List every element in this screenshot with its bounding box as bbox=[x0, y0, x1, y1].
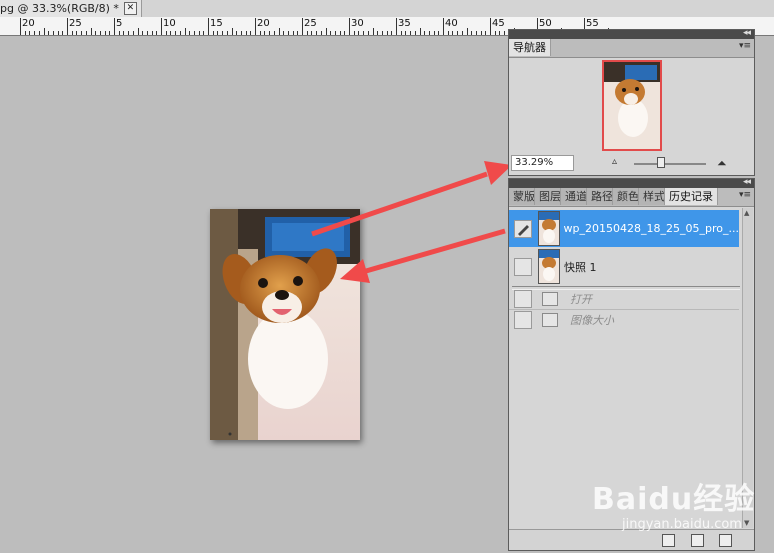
open-document-icon bbox=[542, 292, 558, 306]
tab-paths[interactable]: 路径 bbox=[587, 188, 613, 205]
history-step-row[interactable]: 图像大小 bbox=[509, 309, 739, 330]
history-source-checkbox[interactable] bbox=[514, 290, 532, 308]
arrow-from-history bbox=[365, 228, 506, 274]
tab-channels[interactable]: 通道 bbox=[561, 188, 587, 205]
new-document-from-state-icon[interactable] bbox=[662, 534, 675, 547]
history-bottom-bar bbox=[509, 529, 754, 550]
history-step-label: 打开 bbox=[570, 293, 592, 306]
arrow-from-history-head bbox=[340, 259, 370, 283]
snapshot-thumbnail bbox=[538, 211, 560, 246]
tab-layers[interactable]: 图层 bbox=[535, 188, 561, 205]
tab-navigator[interactable]: 导航器 bbox=[509, 39, 551, 56]
zoom-slider-track[interactable] bbox=[634, 163, 706, 165]
tab-styles[interactable]: 样式 bbox=[639, 188, 665, 205]
zoom-out-icon[interactable]: ▵ bbox=[612, 156, 617, 167]
scroll-down-icon[interactable]: ▼ bbox=[744, 519, 749, 527]
tab-masks[interactable]: 蒙版 bbox=[509, 188, 535, 205]
history-brush-icon bbox=[518, 224, 529, 236]
zoom-percent-input[interactable]: 33.29% bbox=[511, 155, 574, 171]
history-tabbar: 蒙版 图层 通道 路径 颜色 样式 历史记录 ▾≡ bbox=[509, 188, 754, 207]
history-step-row[interactable]: 打开 bbox=[509, 289, 739, 309]
create-snapshot-icon[interactable] bbox=[691, 534, 704, 547]
delete-state-icon[interactable] bbox=[719, 534, 732, 547]
history-step-label: 图像大小 bbox=[570, 314, 614, 327]
tab-history[interactable]: 历史记录 bbox=[665, 188, 718, 205]
history-source-checkbox[interactable] bbox=[514, 311, 532, 329]
scroll-up-icon[interactable]: ▲ bbox=[744, 209, 749, 217]
baidu-watermark: Baidu经验 jingyan.baidu.com bbox=[592, 474, 756, 532]
collapse-icon[interactable]: ◂◂ bbox=[743, 28, 751, 38]
history-source-checkbox[interactable] bbox=[514, 219, 532, 238]
history-source-checkbox[interactable] bbox=[514, 257, 532, 276]
collapse-icon[interactable]: ◂◂ bbox=[743, 177, 751, 187]
zoom-slider-handle[interactable] bbox=[657, 157, 665, 168]
panel-menu-icon[interactable]: ▾≡ bbox=[739, 41, 751, 51]
snapshot-thumbnail bbox=[538, 249, 560, 284]
watermark-brand: Baidu经验 bbox=[592, 482, 756, 517]
arrow-to-navigator bbox=[311, 171, 488, 237]
navigator-panel: ◂◂ 导航器 ▾≡ 33.29% ▵ ⏶ bbox=[508, 28, 755, 176]
history-snapshot-row[interactable]: 快照 1 bbox=[509, 248, 739, 285]
navigator-preview[interactable] bbox=[602, 60, 662, 151]
tab-color[interactable]: 颜色 bbox=[613, 188, 639, 205]
snapshot-label: wp_20150428_18_25_05_pro_... bbox=[563, 222, 739, 235]
panel-menu-icon[interactable]: ▾≡ bbox=[739, 190, 751, 200]
navigator-tabbar: 导航器 ▾≡ bbox=[509, 39, 754, 58]
navigator-titlebar: ◂◂ bbox=[509, 28, 754, 39]
history-snapshot-row[interactable]: wp_20150428_18_25_05_pro_... bbox=[509, 210, 739, 247]
snapshot-label: 快照 1 bbox=[564, 260, 597, 274]
history-titlebar: ◂◂ bbox=[509, 177, 754, 188]
image-size-icon bbox=[542, 313, 558, 327]
watermark-url: jingyan.baidu.com bbox=[622, 517, 742, 532]
zoom-in-icon[interactable]: ⏶ bbox=[717, 156, 727, 171]
